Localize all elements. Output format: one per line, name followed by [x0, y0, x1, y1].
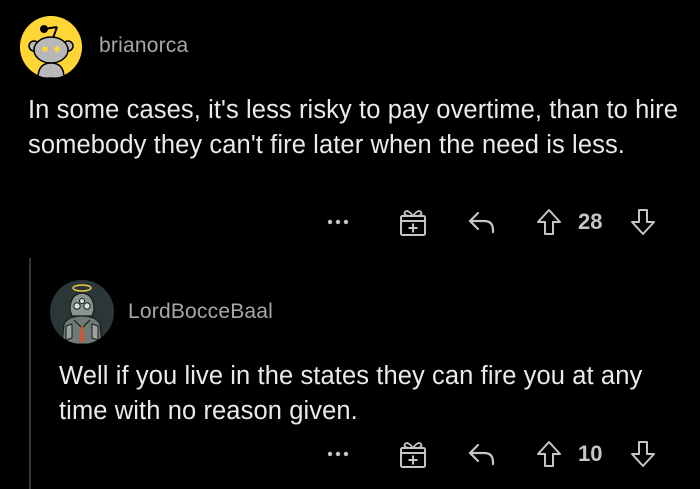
avatar[interactable]: [20, 16, 82, 78]
vote-score: 28: [578, 209, 603, 234]
upvote-arrow-icon: [537, 441, 561, 467]
upvote-arrow-icon: [537, 209, 561, 235]
reply-arrow-icon: [468, 443, 495, 466]
more-options-button[interactable]: [318, 434, 358, 474]
comment-body: In some cases, it's less risky to pay ov…: [28, 96, 679, 159]
username[interactable]: brianorca: [99, 34, 188, 58]
award-button[interactable]: [393, 202, 433, 242]
comment-actions: 28: [0, 202, 700, 242]
more-options-icon: [327, 219, 349, 225]
downvote-button[interactable]: [626, 434, 660, 474]
comment-body: Well if you live in the states they can …: [59, 362, 643, 425]
comment-brianorca: brianorca In some cases, it's less risky…: [0, 0, 700, 250]
comment-actions: 10: [0, 434, 700, 474]
avatar[interactable]: [50, 280, 114, 344]
downvote-arrow-icon: [631, 441, 655, 467]
vote-score: 10: [578, 441, 603, 466]
upvote-button[interactable]: [532, 202, 566, 242]
award-gift-icon: [400, 210, 426, 236]
more-options-icon: [327, 451, 349, 457]
award-gift-icon: [400, 442, 426, 468]
award-button[interactable]: [393, 434, 433, 474]
downvote-arrow-icon: [631, 209, 655, 235]
username[interactable]: LordBocceBaal: [128, 300, 273, 324]
snoo-avatar-icon: [20, 16, 82, 78]
reply-button[interactable]: [462, 434, 502, 474]
reply-button[interactable]: [462, 202, 502, 242]
custom-avatar-icon: [50, 280, 114, 344]
upvote-button[interactable]: [532, 434, 566, 474]
more-options-button[interactable]: [318, 202, 358, 242]
downvote-button[interactable]: [626, 202, 660, 242]
reply-arrow-icon: [468, 211, 495, 234]
